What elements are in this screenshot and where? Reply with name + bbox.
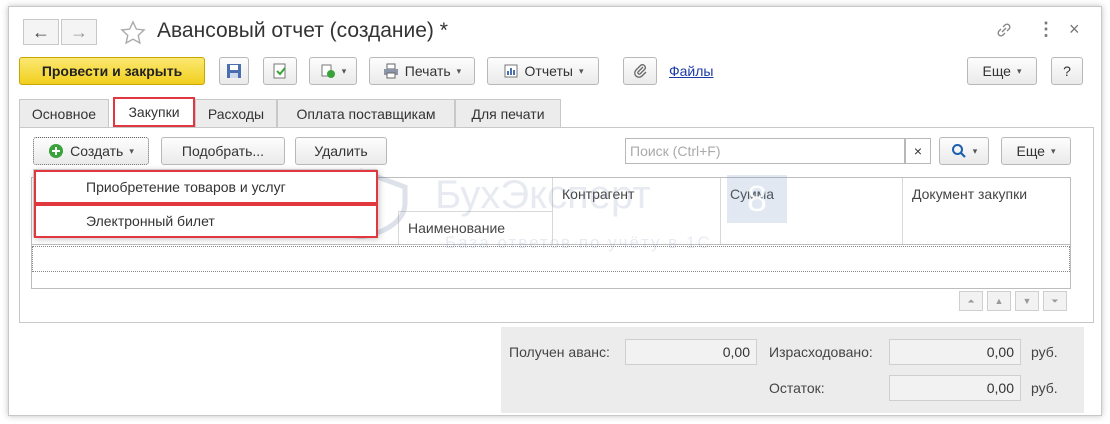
reports-button[interactable]: Отчеты ▾ bbox=[487, 57, 599, 85]
spent-field: 0,00 bbox=[889, 339, 1021, 365]
currency-label: руб. bbox=[1031, 380, 1058, 396]
search-clear-button[interactable]: × bbox=[905, 138, 931, 164]
create-based-on-icon bbox=[321, 64, 335, 78]
close-icon: × bbox=[913, 143, 923, 159]
dropdown-caret-icon: ▾ bbox=[341, 65, 347, 76]
search-input[interactable]: Поиск (Ctrl+F) bbox=[625, 138, 905, 164]
post-and-close-button[interactable]: Провести и закрыть bbox=[19, 57, 205, 85]
document-window: ← → Авансовый отчет (создание) * ⋮ × Про… bbox=[8, 6, 1102, 416]
tab-main[interactable]: Основное bbox=[19, 99, 109, 127]
menu-item-goods-services[interactable]: Приобретение товаров и услуг bbox=[34, 170, 378, 204]
attachment-icon[interactable] bbox=[623, 57, 657, 85]
search-icon bbox=[951, 144, 966, 158]
dropdown-caret-icon: ▾ bbox=[456, 65, 462, 76]
header-divider bbox=[398, 211, 552, 212]
save-icon[interactable] bbox=[219, 57, 249, 85]
column-header-purchase-doc[interactable]: Документ закупки bbox=[912, 186, 1027, 202]
dropdown-caret-icon: ▾ bbox=[578, 65, 584, 76]
column-divider bbox=[552, 178, 553, 244]
tab-for-print[interactable]: Для печати bbox=[455, 99, 561, 127]
scroll-top-icon[interactable]: ⏶ bbox=[959, 291, 983, 311]
link-icon[interactable] bbox=[995, 21, 1013, 44]
tab-purchases[interactable]: Закупки bbox=[113, 97, 195, 127]
print-label: Печать bbox=[404, 63, 451, 79]
kebab-menu-icon[interactable]: ⋮ bbox=[1037, 19, 1055, 40]
files-link[interactable]: Файлы bbox=[669, 63, 713, 79]
create-menu: Приобретение товаров и услуг Электронный… bbox=[33, 169, 378, 238]
back-button[interactable]: ← bbox=[23, 19, 59, 45]
panel-more-label: Еще bbox=[1016, 143, 1045, 159]
more-label: Еще bbox=[982, 63, 1011, 79]
forward-button[interactable]: → bbox=[61, 19, 97, 45]
currency-label: руб. bbox=[1031, 344, 1058, 360]
create-button[interactable]: Создать ▾ bbox=[33, 137, 149, 165]
close-icon[interactable]: × bbox=[1069, 19, 1080, 40]
column-divider bbox=[720, 178, 721, 244]
spent-label: Израсходовано: bbox=[769, 344, 873, 360]
page-title: Авансовый отчет (создание) * bbox=[157, 19, 448, 42]
dropdown-caret-icon: ▾ bbox=[1016, 65, 1022, 76]
rest-field: 0,00 bbox=[889, 375, 1021, 401]
post-document-icon[interactable] bbox=[263, 57, 297, 85]
help-button[interactable]: ? bbox=[1051, 57, 1083, 85]
scroll-up-icon[interactable]: ▲ bbox=[987, 291, 1011, 311]
tab-supplier-payments[interactable]: Оплата поставщикам bbox=[277, 99, 455, 127]
arrow-left-icon: ← bbox=[32, 21, 50, 42]
reports-label: Отчеты bbox=[524, 63, 573, 79]
dropdown-caret-icon: ▾ bbox=[129, 145, 134, 156]
panel-more-button[interactable]: Еще ▾ bbox=[1001, 137, 1071, 165]
more-button[interactable]: Еще ▾ bbox=[967, 57, 1037, 85]
column-header-counterparty[interactable]: Контрагент bbox=[562, 186, 634, 202]
print-button[interactable]: Печать ▾ bbox=[369, 57, 475, 85]
scroll-down-icon[interactable]: ▼ bbox=[1015, 291, 1039, 311]
printer-icon bbox=[383, 63, 398, 79]
plus-circle-icon bbox=[49, 144, 64, 158]
table-row[interactable] bbox=[32, 246, 1070, 272]
advance-label: Получен аванс: bbox=[509, 344, 610, 360]
menu-item-e-ticket[interactable]: Электронный билет bbox=[34, 204, 378, 238]
search-button[interactable]: ▾ bbox=[939, 137, 989, 165]
create-label: Создать bbox=[70, 143, 124, 159]
favorite-star-icon[interactable] bbox=[119, 19, 147, 50]
dropdown-caret-icon: ▾ bbox=[1050, 145, 1056, 156]
create-based-on-button[interactable]: ▾ bbox=[309, 57, 357, 85]
scroll-bottom-icon[interactable]: ⏷ bbox=[1043, 291, 1067, 311]
watermark-badge: 8 bbox=[727, 175, 787, 223]
rest-label: Остаток: bbox=[769, 380, 825, 396]
delete-button[interactable]: Удалить bbox=[295, 137, 387, 165]
arrow-right-icon: → bbox=[70, 21, 88, 42]
dropdown-caret-icon: ▾ bbox=[972, 145, 978, 156]
header-bottom-border bbox=[32, 244, 1070, 245]
reports-icon bbox=[504, 64, 518, 78]
column-divider bbox=[902, 178, 903, 244]
tab-expenses[interactable]: Расходы bbox=[195, 99, 277, 127]
pick-button[interactable]: Подобрать... bbox=[161, 137, 285, 165]
column-divider bbox=[398, 212, 399, 244]
advance-field: 0,00 bbox=[625, 339, 757, 365]
column-header-name[interactable]: Наименование bbox=[408, 220, 505, 236]
